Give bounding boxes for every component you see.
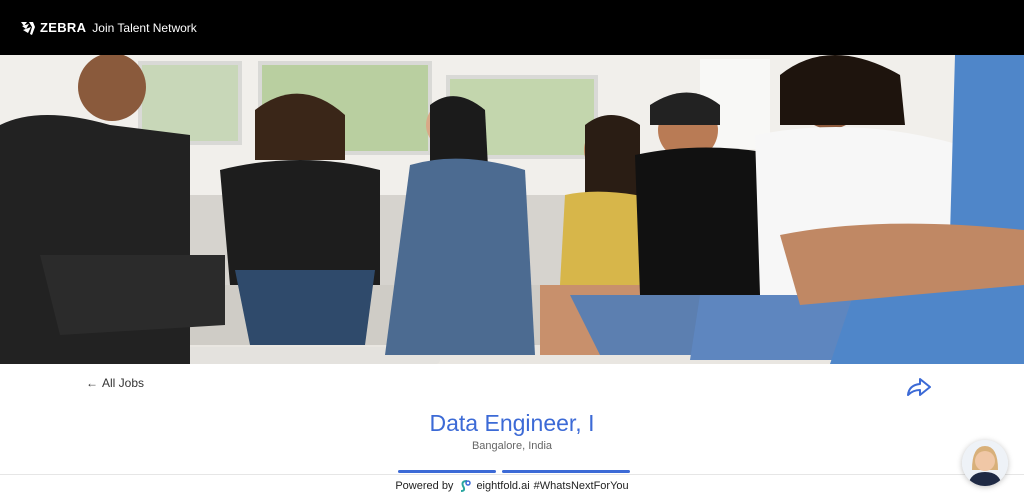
refer-button[interactable] (502, 470, 630, 473)
job-location: Bangalore, India (471, 440, 553, 452)
apply-button[interactable] (398, 470, 496, 473)
back-arrow-icon: ← (86, 376, 98, 390)
site-header: ZEBRA Join Talent Network (0, 0, 1024, 55)
powered-by-label: Powered by (395, 479, 454, 492)
share-arrow-icon (907, 378, 931, 396)
eightfold-logo-icon (461, 479, 472, 492)
eightfold-link[interactable]: eightfold.ai (476, 480, 529, 492)
zebra-head-icon (21, 21, 35, 35)
job-title: Data Engineer, I (429, 410, 595, 436)
share-button[interactable] (904, 375, 934, 399)
join-talent-network-link[interactable]: Join Talent Network (92, 21, 197, 35)
powered-by-footer: Powered by eightfold.ai #WhatsNextForYou (0, 474, 1024, 496)
zebra-logo[interactable]: ZEBRA (19, 19, 86, 37)
all-jobs-label: All Jobs (102, 376, 145, 390)
brand-name: ZEBRA (40, 20, 87, 35)
assistant-avatar-icon (962, 440, 1008, 486)
footer-hashtag: #WhatsNextForYou (533, 479, 629, 492)
hero-banner-image (0, 55, 1024, 364)
all-jobs-link[interactable]: ← All Jobs (86, 376, 144, 390)
chat-assistant-avatar[interactable] (962, 440, 1008, 486)
